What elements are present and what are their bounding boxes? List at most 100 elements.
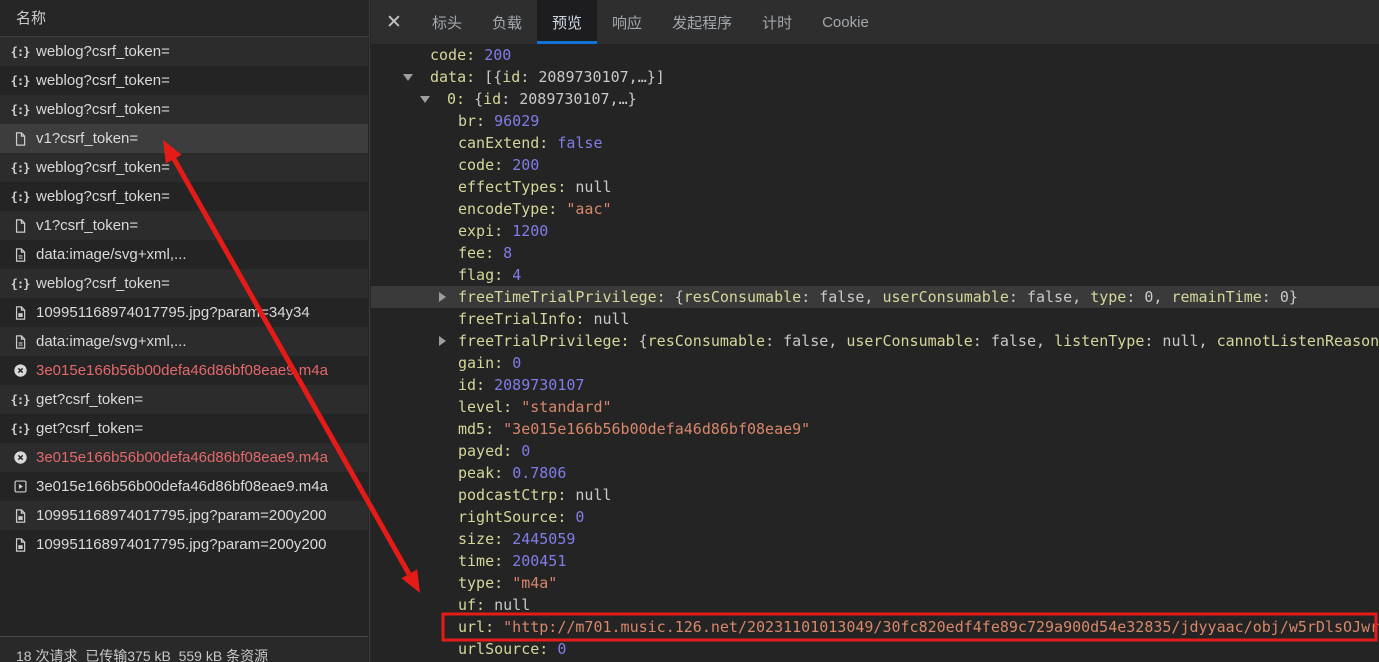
request-row[interactable]: v1?csrf_token= xyxy=(0,124,368,153)
detail-tabbar: ✕ 标头负载预览响应发起程序计时Cookie xyxy=(371,0,1379,44)
request-row[interactable]: {:}weblog?csrf_token= xyxy=(0,153,368,182)
request-name: get?csrf_token= xyxy=(36,391,143,408)
property-value: resConsumable xyxy=(648,332,765,350)
request-row[interactable]: {:}get?csrf_token= xyxy=(0,385,368,414)
property-key: gain: xyxy=(458,354,512,372)
property-value: 2445059 xyxy=(512,530,575,548)
request-row[interactable]: {:}weblog?csrf_token= xyxy=(0,95,368,124)
request-name: weblog?csrf_token= xyxy=(36,101,170,118)
request-name: weblog?csrf_token= xyxy=(36,72,170,89)
request-row[interactable]: {:}weblog?csrf_token= xyxy=(0,269,368,298)
tab-item-0[interactable]: 标头 xyxy=(417,0,477,44)
property-value: : 2089730107,…} xyxy=(501,90,636,108)
property-value: "3e015e166b56b00defa46d86bf08eae9" xyxy=(503,420,810,438)
close-icon[interactable]: ✕ xyxy=(371,0,417,44)
image-icon xyxy=(11,537,29,553)
tree-line[interactable]: data: [{id: 2089730107,…}] xyxy=(371,66,1379,88)
tree-line: urlSource: 0 xyxy=(371,638,1379,660)
tree-line[interactable]: 0: {id: 2089730107,…} xyxy=(371,88,1379,110)
request-row[interactable]: {:}weblog?csrf_token= xyxy=(0,66,368,95)
property-value: "http://m701.music.126.net/2023110101304… xyxy=(503,618,1379,636)
property-value: { xyxy=(474,90,483,108)
request-row[interactable]: 3e015e166b56b00defa46d86bf08eae9.m4a xyxy=(0,356,368,385)
tree-line: url: "http://m701.music.126.net/20231101… xyxy=(371,616,1379,638)
property-value: userConsumable xyxy=(882,288,1008,306)
property-key: id: xyxy=(458,376,494,394)
property-value: 0 xyxy=(521,442,530,460)
tree-line: fee: 8 xyxy=(371,242,1379,264)
json-icon: {:} xyxy=(11,422,29,436)
request-row[interactable]: data:image/svg+xml,... xyxy=(0,327,368,356)
property-value: listenType xyxy=(1054,332,1144,350)
property-value: 8 xyxy=(503,244,512,262)
request-row[interactable]: 109951168974017795.jpg?param=200y200 xyxy=(0,501,368,530)
property-key: freeTrialInfo: xyxy=(458,310,593,328)
devtools-network-panel: 名称 {:}weblog?csrf_token={:}weblog?csrf_t… xyxy=(0,0,1379,662)
property-value: : 0, xyxy=(1126,288,1171,306)
request-name: weblog?csrf_token= xyxy=(36,188,170,205)
tab-item-4[interactable]: 发起程序 xyxy=(657,0,747,44)
tab-item-1[interactable]: 负载 xyxy=(477,0,537,44)
request-name: 3e015e166b56b00defa46d86bf08eae9.m4a xyxy=(36,449,328,466)
collapsed-arrow-icon[interactable] xyxy=(439,292,446,302)
request-detail-panel: ✕ 标头负载预览响应发起程序计时Cookie code: 200data: [{… xyxy=(371,0,1379,662)
property-value: null xyxy=(575,486,611,504)
property-value: 0.7806 xyxy=(512,464,566,482)
tree-line: type: "m4a" xyxy=(371,572,1379,594)
tab-item-6[interactable]: Cookie xyxy=(807,0,884,44)
json-preview-tree: code: 200data: [{id: 2089730107,…}]0: {i… xyxy=(371,44,1379,662)
property-key: 0: xyxy=(447,90,474,108)
json-icon: {:} xyxy=(11,161,29,175)
request-row[interactable]: 109951168974017795.jpg?param=200y200 xyxy=(0,530,368,559)
tab-item-2[interactable]: 预览 xyxy=(537,0,597,44)
name-column-header: 名称 xyxy=(0,0,369,37)
request-row[interactable]: 109951168974017795.jpg?param=34y34 xyxy=(0,298,368,327)
request-row[interactable]: data:image/svg+xml,... xyxy=(0,240,368,269)
expanded-arrow-icon[interactable] xyxy=(420,96,430,103)
property-value: userConsumable xyxy=(846,332,972,350)
property-key: type: xyxy=(458,574,512,592)
property-value: 2089730107 xyxy=(494,376,584,394)
expanded-arrow-icon[interactable] xyxy=(403,74,413,81)
request-row[interactable]: {:}weblog?csrf_token= xyxy=(0,37,368,66)
property-value: 96029 xyxy=(494,112,539,130)
request-row[interactable]: {:} weblog?csrf_token= xyxy=(0,182,368,211)
property-key: code: xyxy=(458,156,512,174)
media-icon xyxy=(11,479,29,494)
property-key: freeTimeTrialPrivilege: xyxy=(458,288,675,306)
property-value: 0 xyxy=(512,354,521,372)
doc-icon xyxy=(11,218,29,234)
property-value: id xyxy=(483,90,501,108)
request-row[interactable]: 3e015e166b56b00defa46d86bf08eae9.m4a xyxy=(0,472,368,501)
property-value: : 2089730107,…}] xyxy=(520,68,665,86)
tree-line[interactable]: freeTimeTrialPrivilege: {resConsumable: … xyxy=(371,286,1379,308)
property-key: size: xyxy=(458,530,512,548)
doc-icon xyxy=(11,131,29,147)
network-request-sidebar: 名称 {:}weblog?csrf_token={:}weblog?csrf_t… xyxy=(0,0,370,662)
request-name: v1?csrf_token= xyxy=(36,130,138,147)
tree-line: freeTrialInfo: null xyxy=(371,308,1379,330)
property-key: podcastCtrp: xyxy=(458,486,575,504)
tab-item-5[interactable]: 计时 xyxy=(747,0,807,44)
doc-lines-icon xyxy=(11,334,29,350)
property-value: : false, xyxy=(1009,288,1090,306)
tree-line[interactable]: freeTrialPrivilege: {resConsumable: fals… xyxy=(371,330,1379,352)
request-row[interactable]: 3e015e166b56b00defa46d86bf08eae9.m4a xyxy=(0,443,368,472)
property-value: id xyxy=(502,68,520,86)
json-icon: {:} xyxy=(11,190,29,204)
tree-line: time: 200451 xyxy=(371,550,1379,572)
collapsed-arrow-icon[interactable] xyxy=(439,336,446,346)
request-row[interactable]: v1?csrf_token= xyxy=(0,211,368,240)
request-list: {:} weblog?csrf_token= {:} weblog?csrf_toke… xyxy=(0,37,368,559)
tree-line: size: 2445059 xyxy=(371,528,1379,550)
property-key: effectTypes: xyxy=(458,178,575,196)
request-row[interactable]: {:} get?csrf_token= xyxy=(0,414,368,443)
request-name: 3e015e166b56b00defa46d86bf08eae9.m4a xyxy=(36,362,328,379)
request-name: 109951168974017795.jpg?param=34y34 xyxy=(36,304,310,321)
property-value: : false, xyxy=(801,288,882,306)
property-key: fee: xyxy=(458,244,503,262)
error-icon xyxy=(11,450,29,465)
request-name: get?csrf_token= xyxy=(36,420,143,437)
request-name: data:image/svg+xml,... xyxy=(36,246,186,263)
tab-item-3[interactable]: 响应 xyxy=(597,0,657,44)
